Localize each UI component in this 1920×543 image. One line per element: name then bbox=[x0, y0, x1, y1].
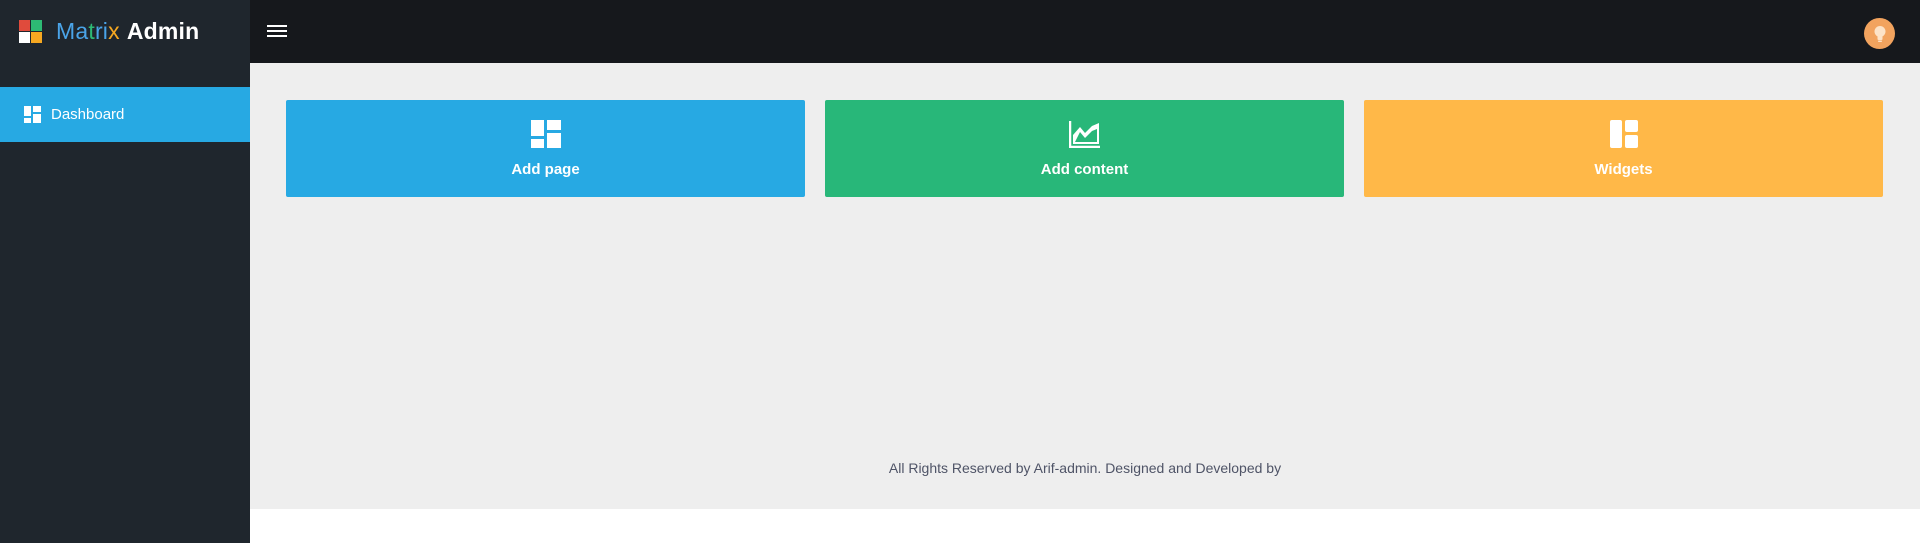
user-avatar[interactable] bbox=[1864, 18, 1895, 49]
main-content: Add page Add content Widgets All Rights … bbox=[250, 63, 1920, 509]
card-label: Widgets bbox=[1594, 160, 1653, 178]
sidebar-item-label: Dashboard bbox=[51, 106, 125, 123]
area-chart-icon bbox=[1068, 120, 1100, 148]
widgets-icon bbox=[1609, 119, 1638, 148]
widgets-card[interactable]: Widgets bbox=[1364, 100, 1883, 197]
hamburger-icon[interactable] bbox=[267, 23, 287, 39]
sidebar-item-dashboard[interactable]: Dashboard bbox=[0, 87, 250, 142]
lightbulb-icon bbox=[1874, 25, 1885, 42]
dashboard-icon bbox=[24, 106, 41, 123]
sidebar: Dashboard bbox=[0, 63, 250, 543]
brand-name: Matrix Admin bbox=[56, 18, 200, 44]
page-bottom bbox=[250, 509, 1920, 543]
add-content-card[interactable]: Add content bbox=[825, 100, 1344, 197]
card-label: Add page bbox=[511, 160, 580, 178]
topbar: Matrix Admin bbox=[0, 0, 1920, 63]
logo-mark-icon bbox=[19, 20, 42, 43]
logo[interactable]: Matrix Admin bbox=[0, 0, 250, 63]
dashboard-icon bbox=[530, 119, 561, 148]
card-label: Add content bbox=[1040, 160, 1129, 178]
footer-text: All Rights Reserved by Arif-admin. Desig… bbox=[888, 460, 1282, 476]
add-page-card[interactable]: Add page bbox=[286, 100, 805, 197]
